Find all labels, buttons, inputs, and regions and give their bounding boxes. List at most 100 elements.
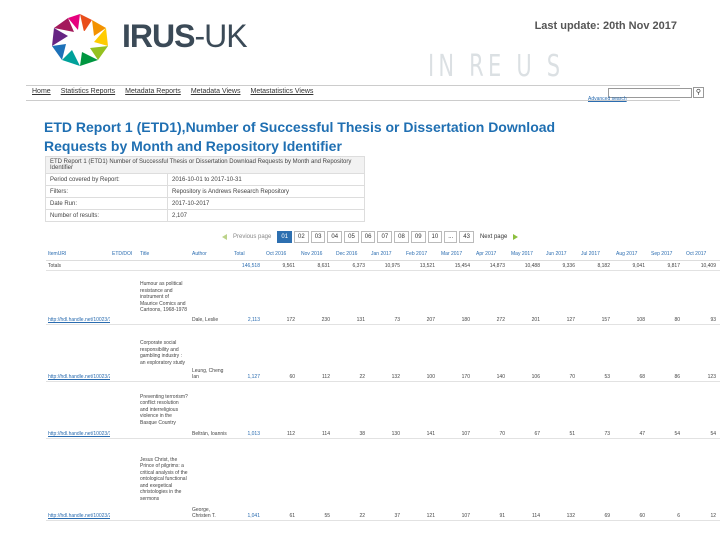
month-count-cell: 47 (614, 381, 649, 439)
column-header[interactable]: ItemURI (46, 248, 110, 261)
page-link[interactable]: 02 (294, 231, 309, 243)
item-uri-link[interactable]: http://hdl.handle.net/10023/1426 (46, 381, 110, 439)
title-cell: Preventing terrorism? conflict resolutio… (138, 381, 190, 439)
row-total-cell[interactable]: 1,013 (232, 381, 264, 439)
column-header[interactable]: May 2017 (509, 248, 544, 261)
month-count-cell: 80 (649, 270, 684, 325)
site-header: IRUS-UK Last update: 20th Nov 2017 IN RE… (0, 0, 720, 86)
table-row: http://hdl.handle.net/10023/1037 Humour a… (46, 270, 720, 325)
month-count-cell: 201 (509, 270, 544, 325)
irus-logo-icon[interactable] (48, 12, 112, 68)
row-total-cell[interactable]: 2,113 (232, 270, 264, 325)
page-link[interactable]: 06 (360, 231, 376, 243)
month-count-cell: 67 (509, 381, 544, 439)
column-header[interactable]: Jan 2017 (369, 248, 404, 261)
column-header[interactable]: Jul 2017 (579, 248, 614, 261)
month-count-cell: 140 (474, 324, 509, 382)
column-header[interactable]: Nov 2016 (299, 248, 334, 261)
month-count-cell: 22 (334, 438, 369, 521)
month-count-cell: 114 (509, 438, 544, 521)
item-uri-link[interactable]: http://hdl.handle.net/10023/2023 (46, 324, 110, 382)
month-total-cell: 15,454 (439, 260, 474, 271)
nav-metadata-reports[interactable]: Metadata Reports (125, 88, 181, 95)
next-page-link[interactable]: Next page (480, 234, 507, 240)
column-header[interactable]: Total (232, 248, 264, 261)
month-count-cell: 272 (474, 270, 509, 325)
column-header[interactable]: Mar 2017 (439, 248, 474, 261)
nav-metastatistics-views[interactable]: Metastatistics Views (251, 88, 314, 95)
month-count-cell: 6 (649, 438, 684, 521)
column-header[interactable]: Oct 2017 (684, 248, 720, 261)
month-count-cell: 70 (474, 381, 509, 439)
main-nav: Home Statistics Reports Metadata Reports… (26, 85, 704, 101)
month-count-cell: 54 (649, 381, 684, 439)
page-link[interactable]: 09 (410, 231, 426, 243)
month-count-cell: 180 (439, 270, 474, 325)
month-count-cell: 12 (684, 438, 720, 521)
month-count-cell: 51 (544, 381, 579, 439)
month-count-cell: 157 (579, 270, 614, 325)
page-link[interactable]: 07 (377, 231, 393, 243)
month-count-cell: 106 (509, 324, 544, 382)
column-header[interactable]: Sep 2017 (649, 248, 684, 261)
title-cell: Humour as political resistance and instr… (138, 270, 190, 325)
column-header[interactable]: ETD/DOI (110, 248, 138, 261)
author-cell: George, Christen T. (190, 438, 232, 521)
doi-cell (110, 324, 138, 382)
page-link[interactable]: 01 (277, 231, 293, 243)
month-count-cell: 54 (684, 381, 720, 439)
meta-label: Date Run: (45, 197, 168, 210)
month-total-cell: 9,817 (649, 260, 684, 271)
page-link[interactable]: 04 (327, 231, 343, 243)
author-cell: Leung, Cheng Ian (190, 324, 232, 382)
empty-cell (190, 260, 232, 271)
logo-text-rest: -UK (194, 18, 247, 54)
month-total-cell: 10,975 (369, 260, 404, 271)
nav-statistics-reports[interactable]: Statistics Reports (61, 88, 115, 95)
row-total-cell[interactable]: 1,041 (232, 438, 264, 521)
empty-cell (110, 260, 138, 271)
month-count-cell: 60 (264, 324, 299, 382)
month-total-cell: 13,521 (404, 260, 439, 271)
nav-metadata-views[interactable]: Metadata Views (191, 88, 241, 95)
header-watermark: IN RE U S (428, 49, 565, 84)
month-count-cell: 70 (544, 324, 579, 382)
column-header[interactable]: Title (138, 248, 190, 261)
totals-row: Totals 146,518 9,561 8,631 6,373 10,975 13,521… (46, 260, 720, 271)
nav-home[interactable]: Home (32, 88, 51, 95)
column-header[interactable]: Dec 2016 (334, 248, 369, 261)
item-uri-link[interactable]: http://hdl.handle.net/10023/1037 (46, 270, 110, 325)
month-count-cell: 53 (579, 324, 614, 382)
results-table: ItemURI ETD/DOI Title Author Total Oct 2016 No… (46, 248, 720, 521)
item-uri-link[interactable]: http://hdl.handle.net/10023/2213 (46, 438, 110, 521)
advanced-search-link[interactable]: Advanced search (588, 96, 627, 102)
column-header[interactable]: Feb 2017 (404, 248, 439, 261)
report-title: ETD Report 1 (ETD1),Number of Successful… (44, 119, 556, 154)
column-header[interactable]: Aug 2017 (614, 248, 649, 261)
month-count-cell: 112 (299, 324, 334, 382)
meta-label: Filters: (45, 185, 168, 198)
prev-page-link[interactable]: Previous page (233, 234, 271, 240)
page-link[interactable]: 43 (459, 231, 474, 243)
page-link[interactable]: 05 (344, 231, 359, 243)
page-link[interactable]: 03 (310, 231, 326, 243)
empty-cell (138, 260, 190, 271)
logo-text-bold: IRUS (122, 18, 195, 54)
logo-wordmark[interactable]: IRUS-UK (122, 18, 248, 54)
column-header[interactable]: Jun 2017 (544, 248, 579, 261)
next-arrow-icon[interactable] (513, 234, 519, 240)
column-header[interactable]: Author (190, 248, 232, 261)
column-header[interactable]: Apr 2017 (474, 248, 509, 261)
table-row: http://hdl.handle.net/10023/2023 Corporat… (46, 324, 720, 382)
month-count-cell: 86 (649, 324, 684, 382)
page-link[interactable]: 08 (394, 231, 409, 243)
prev-arrow-icon[interactable] (222, 234, 227, 240)
meta-header: ETD Report 1 (ETD1) Number of Successful… (45, 156, 365, 174)
search-icon[interactable]: ⚲ (693, 87, 704, 98)
month-total-cell: 8,182 (579, 260, 614, 271)
title-cell: Corporate social responsibility and gamb… (138, 324, 190, 382)
row-total-cell[interactable]: 1,127 (232, 324, 264, 382)
page-link[interactable]: 10 (427, 231, 443, 243)
month-total-cell: 10,409 (684, 260, 720, 271)
column-header[interactable]: Oct 2016 (264, 248, 299, 261)
